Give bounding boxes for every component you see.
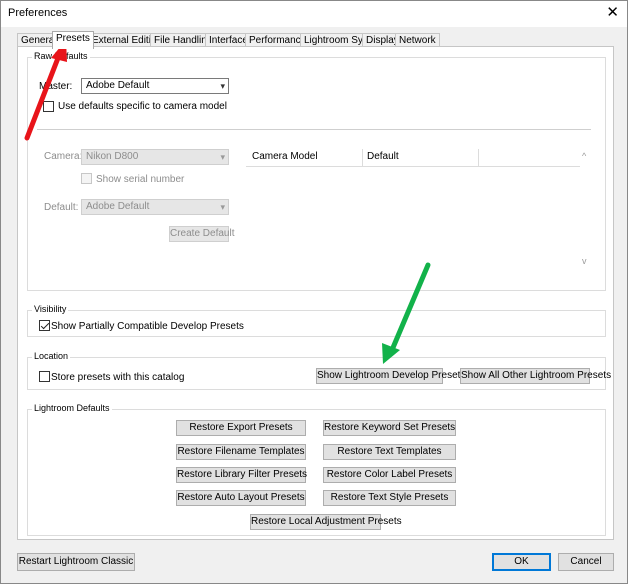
camera-specific-label: Use defaults specific to camera model [58, 101, 227, 112]
show-serial-checkbox[interactable] [81, 173, 92, 184]
master-label: Master: [39, 81, 73, 92]
preferences-window: Preferences ✕ General Presets External E… [0, 0, 628, 584]
visibility-title: Visibility [32, 304, 69, 314]
store-presets-label: Store presets with this catalog [51, 372, 185, 383]
show-serial-label: Show serial number [96, 174, 185, 185]
show-other-presets-button[interactable]: Show All Other Lightroom Presets [460, 368, 611, 384]
chevron-down-icon: ▾ [220, 202, 225, 212]
restore-keyword-set-presets-button[interactable]: Restore Keyword Set Presets [323, 420, 456, 436]
restore-color-label-presets-button[interactable]: Restore Color Label Presets [323, 467, 456, 483]
show-develop-presets-button[interactable]: Show Lightroom Develop Presets [316, 368, 465, 384]
restore-text-templates-button[interactable]: Restore Text Templates [323, 444, 456, 460]
camera-defaults-table: Camera Model Default [246, 149, 580, 269]
restore-export-presets-button[interactable]: Restore Export Presets [176, 420, 306, 436]
scroll-down-icon[interactable]: v [582, 256, 587, 266]
chevron-down-icon: ▾ [220, 152, 225, 162]
camera-label: Camera: [44, 151, 83, 162]
master-select[interactable]: Adobe Default ▾ [81, 78, 229, 94]
table-header: Camera Model Default [246, 149, 580, 167]
default-label: Default: [44, 202, 79, 213]
show-partial-checkbox[interactable] [39, 320, 50, 331]
default-select[interactable]: Adobe Default ▾ [81, 199, 229, 215]
restore-text-style-presets-button[interactable]: Restore Text Style Presets [323, 490, 456, 506]
divider [37, 129, 591, 130]
close-icon[interactable]: ✕ [606, 4, 619, 22]
show-partial-label: Show Partially Compatible Develop Preset… [51, 321, 244, 332]
camera-select[interactable]: Nikon D800 ▾ [81, 149, 229, 165]
raw-defaults-title: Raw Defaults [32, 51, 90, 61]
column-separator [362, 149, 363, 167]
column-header-default: Default [367, 151, 399, 162]
create-default-button[interactable]: Create Default [169, 226, 234, 242]
camera-select-value: Nikon D800 [86, 151, 139, 162]
store-presets-checkbox[interactable] [39, 371, 50, 382]
title-bar: Preferences ✕ [1, 1, 627, 27]
restart-lightroom-button[interactable]: Restart Lightroom Classic [17, 553, 135, 571]
restore-auto-layout-presets-button[interactable]: Restore Auto Layout Presets [176, 490, 306, 506]
default-select-value: Adobe Default [86, 201, 150, 212]
restore-library-filter-presets-button[interactable]: Restore Library Filter Presets [176, 467, 307, 483]
restore-local-adjustment-presets-button[interactable]: Restore Local Adjustment Presets [250, 514, 402, 530]
tab-presets[interactable]: Presets [52, 31, 94, 49]
column-separator [478, 149, 479, 167]
chevron-down-icon: ▾ [220, 81, 225, 91]
window-title: Preferences [8, 7, 68, 19]
restore-filename-templates-button[interactable]: Restore Filename Templates [176, 444, 306, 460]
column-header-camera-model: Camera Model [252, 151, 318, 162]
lightroom-defaults-title: Lightroom Defaults [32, 403, 112, 413]
ok-button[interactable]: OK [492, 553, 551, 571]
cancel-button[interactable]: Cancel [558, 553, 614, 571]
location-title: Location [32, 351, 71, 361]
camera-specific-checkbox[interactable] [43, 101, 54, 112]
scroll-up-icon[interactable]: ^ [582, 151, 586, 161]
master-select-value: Adobe Default [86, 80, 150, 91]
